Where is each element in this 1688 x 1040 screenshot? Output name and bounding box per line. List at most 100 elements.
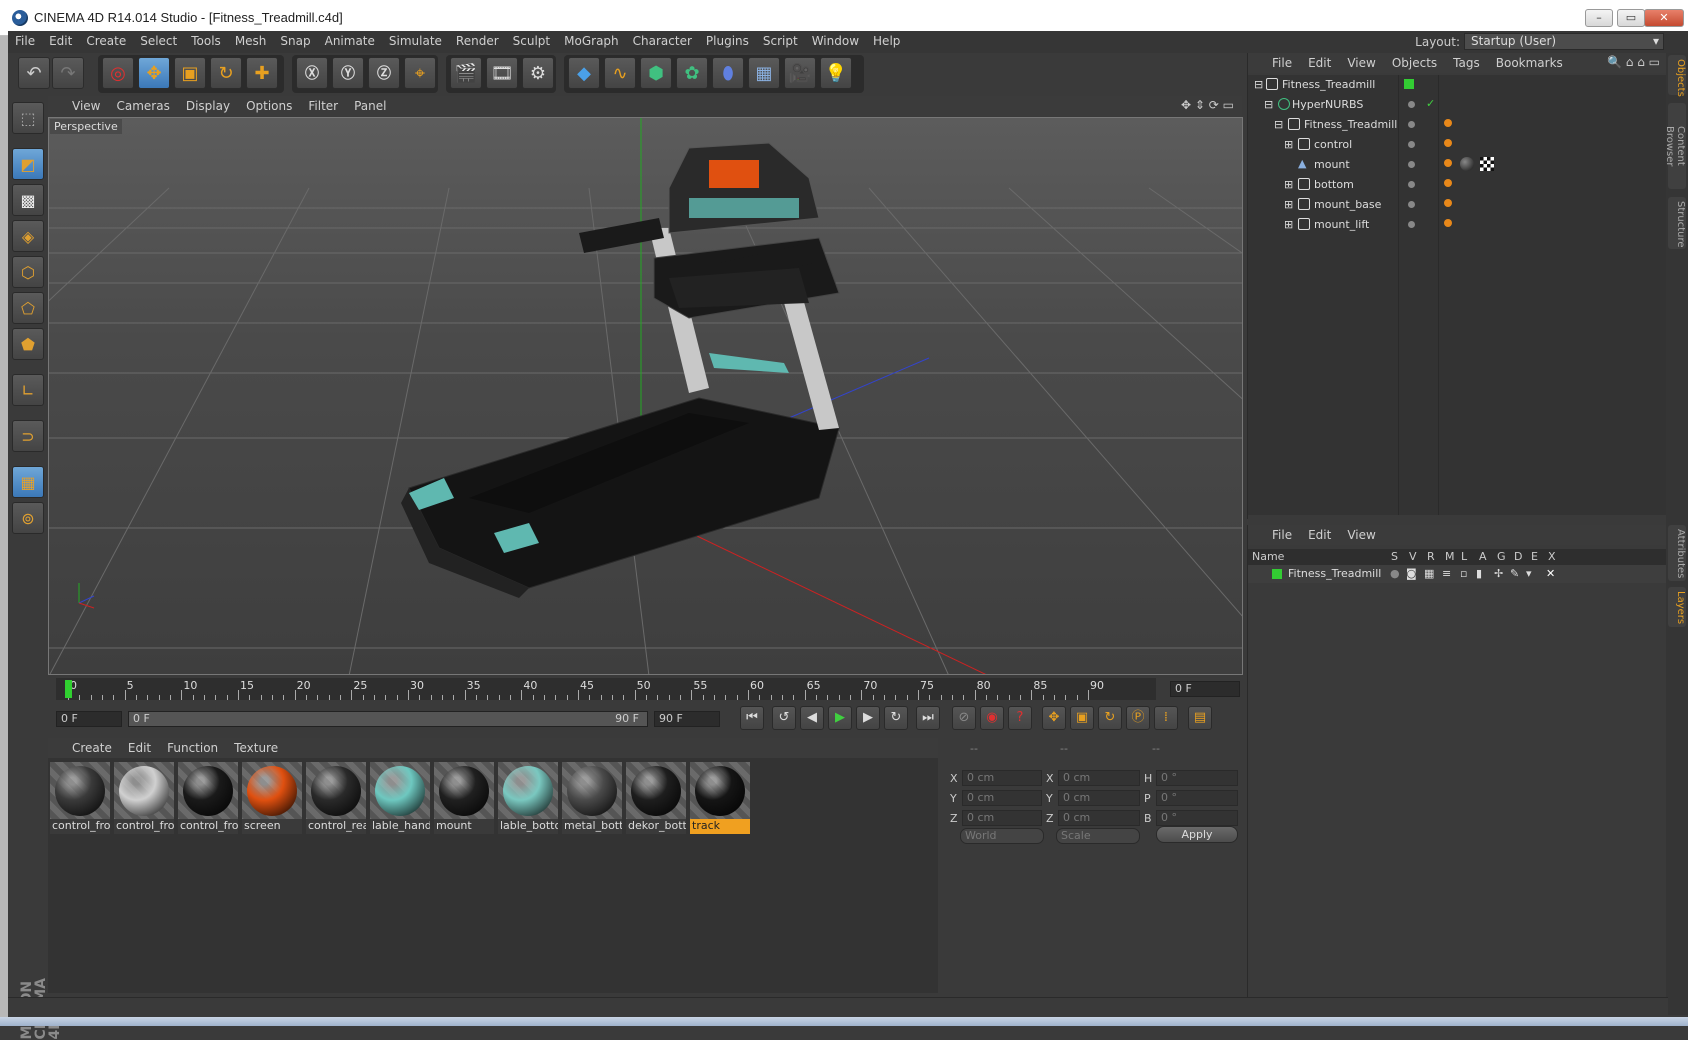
- light-icon[interactable]: 💡: [820, 57, 852, 89]
- z-axis-lock-icon[interactable]: Ⓩ: [368, 57, 400, 89]
- undo-icon[interactable]: ↶: [18, 57, 50, 89]
- rotation-b-field[interactable]: 0 °: [1156, 810, 1238, 826]
- y-axis-lock-icon[interactable]: Ⓨ: [332, 57, 364, 89]
- column-locked[interactable]: L: [1461, 550, 1467, 563]
- view-icon[interactable]: ◙: [1406, 567, 1417, 580]
- visibility-dot-icon[interactable]: [1408, 201, 1415, 208]
- previous-key-icon[interactable]: ↺: [772, 706, 796, 730]
- expand-icon[interactable]: ⊞: [1284, 178, 1293, 191]
- material-tag-icon[interactable]: [1460, 157, 1474, 171]
- render-settings-icon[interactable]: ⚙: [522, 57, 554, 89]
- rotate-tool-icon[interactable]: ↻: [210, 57, 242, 89]
- material-swatch[interactable]: lable_hand: [370, 762, 430, 834]
- phong-tag-icon[interactable]: [1444, 139, 1452, 147]
- material-swatch-selected[interactable]: track: [690, 762, 750, 834]
- menu-select[interactable]: Select: [133, 31, 184, 48]
- collapse-icon[interactable]: ⊟: [1264, 98, 1273, 111]
- render-picture-viewer-icon[interactable]: 🎞: [486, 57, 518, 89]
- phong-tag-icon[interactable]: [1444, 159, 1452, 167]
- x-axis-lock-icon[interactable]: Ⓧ: [296, 57, 328, 89]
- size-y-field[interactable]: 0 cm: [1058, 790, 1140, 806]
- world-dropdown[interactable]: World: [960, 828, 1044, 844]
- menu-plugins[interactable]: Plugins: [699, 31, 756, 48]
- timeline-window-icon[interactable]: ▤: [1188, 706, 1212, 730]
- camera-icon[interactable]: 🎥: [784, 57, 816, 89]
- viewport-nav-icons[interactable]: ✥ ⇕ ⟳ ▭: [1181, 98, 1234, 112]
- material-swatch[interactable]: control_fro: [114, 762, 174, 834]
- tab-layers[interactable]: Layers: [1668, 587, 1686, 627]
- layer-row[interactable]: Fitness_Treadmill ● ◙ ▦ ≡ ▫ ▮ ✢ ✎ ▾ ✕: [1248, 565, 1666, 583]
- key-rotation-icon[interactable]: ↻: [1098, 706, 1122, 730]
- layer-menu-view[interactable]: View: [1339, 525, 1383, 542]
- menu-sculpt[interactable]: Sculpt: [506, 31, 557, 48]
- solo-icon[interactable]: ●: [1390, 567, 1400, 580]
- key-parameter-icon[interactable]: Ⓟ: [1126, 706, 1150, 730]
- start-frame-field[interactable]: 0 F: [56, 711, 122, 727]
- position-y-field[interactable]: 0 cm: [962, 790, 1042, 806]
- expand-icon[interactable]: ⊞: [1284, 218, 1293, 231]
- go-to-end-icon[interactable]: ⏭: [916, 706, 940, 730]
- object-menu-tags[interactable]: Tags: [1445, 53, 1488, 70]
- object-row[interactable]: ⊞ mount_lift: [1248, 215, 1666, 235]
- texture-tag-icon[interactable]: [1480, 157, 1494, 171]
- material-menu-function[interactable]: Function: [159, 738, 226, 755]
- xref-icon[interactable]: ✕: [1546, 567, 1555, 580]
- close-button[interactable]: ✕: [1644, 9, 1684, 27]
- material-swatch[interactable]: control_fro: [178, 762, 238, 834]
- rotation-h-field[interactable]: 0 °: [1156, 770, 1238, 786]
- treadmill-model[interactable]: [401, 142, 840, 598]
- material-menu-texture[interactable]: Texture: [226, 738, 286, 755]
- object-menu-objects[interactable]: Objects: [1384, 53, 1445, 70]
- move-tool-icon[interactable]: ✥: [138, 57, 170, 89]
- layout-dropdown[interactable]: Startup (User) ▾: [1464, 33, 1664, 50]
- phong-tag-icon[interactable]: [1444, 219, 1452, 227]
- position-x-field[interactable]: 0 cm: [962, 770, 1042, 786]
- expand-icon[interactable]: ⊞: [1284, 138, 1293, 151]
- key-position-icon[interactable]: ✥: [1042, 706, 1066, 730]
- object-menu-edit[interactable]: Edit: [1300, 53, 1339, 70]
- menu-mograph[interactable]: MoGraph: [557, 31, 626, 48]
- material-swatch[interactable]: screen: [242, 762, 302, 834]
- material-swatch[interactable]: control_rea: [306, 762, 366, 834]
- deformer-icon[interactable]: ✎: [1510, 567, 1519, 580]
- deformer-icon[interactable]: ⬮: [712, 57, 744, 89]
- object-row[interactable]: ⊞ bottom: [1248, 175, 1666, 195]
- menu-simulate[interactable]: Simulate: [382, 31, 449, 48]
- timeline-ruler[interactable]: 0 5 10 15 20 25 30 35 40 45 50 55 60 65 70 75 80 85 90: [56, 678, 1156, 700]
- live-selection-icon[interactable]: ◎: [102, 57, 134, 89]
- object-menu-view[interactable]: View: [1339, 53, 1383, 70]
- snap-icon[interactable]: ▦: [12, 466, 44, 498]
- visibility-dot-icon[interactable]: [1408, 161, 1415, 168]
- layer-menu-file[interactable]: File: [1264, 525, 1300, 542]
- object-row[interactable]: ⊟ Fitness_Treadmill: [1248, 115, 1666, 135]
- play-icon[interactable]: ▶: [828, 706, 852, 730]
- tab-structure[interactable]: Structure: [1668, 197, 1686, 249]
- column-manager[interactable]: M: [1445, 550, 1455, 563]
- column-deformers[interactable]: D: [1514, 550, 1522, 563]
- layer-menu-edit[interactable]: Edit: [1300, 525, 1339, 542]
- tab-objects[interactable]: Objects: [1668, 55, 1686, 97]
- points-mode-icon[interactable]: ⬡: [12, 256, 44, 288]
- current-frame-field[interactable]: 0 F: [1170, 681, 1240, 697]
- tab-attributes[interactable]: Attributes: [1668, 525, 1686, 581]
- menu-snap[interactable]: Snap: [273, 31, 317, 48]
- column-expressions[interactable]: E: [1531, 550, 1538, 563]
- phong-tag-icon[interactable]: [1444, 119, 1452, 127]
- expand-icon[interactable]: ⊞: [1284, 198, 1293, 211]
- menu-help[interactable]: Help: [866, 31, 907, 48]
- object-row[interactable]: ⊞ mount_base: [1248, 195, 1666, 215]
- column-render[interactable]: R: [1427, 550, 1435, 563]
- nurbs-icon[interactable]: ⬢: [640, 57, 672, 89]
- render-view-icon[interactable]: 🎬: [450, 57, 482, 89]
- viewport-menu-panel[interactable]: Panel: [346, 96, 394, 113]
- generator-icon[interactable]: ✢: [1494, 567, 1503, 580]
- layer-color-icon[interactable]: [1272, 569, 1282, 579]
- tab-content-browser[interactable]: Content Browser: [1664, 103, 1686, 189]
- key-scale-icon[interactable]: ▣: [1070, 706, 1094, 730]
- add-object-icon[interactable]: ✚: [246, 57, 278, 89]
- floor-icon[interactable]: ▦: [748, 57, 780, 89]
- polygons-mode-icon[interactable]: ⬟: [12, 328, 44, 360]
- menu-edit[interactable]: Edit: [42, 31, 79, 48]
- record-icon[interactable]: ◉: [980, 706, 1004, 730]
- frame-range-slider[interactable]: 0 F 90 F: [128, 711, 648, 727]
